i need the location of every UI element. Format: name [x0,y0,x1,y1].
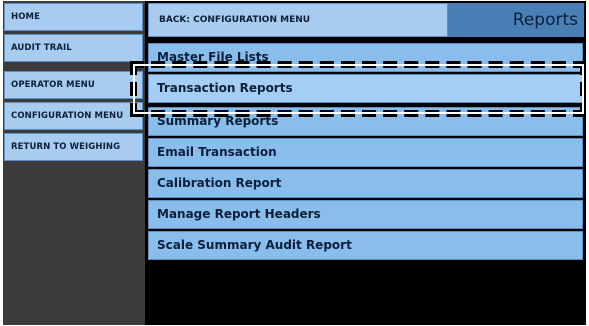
sidebar-item-audit-trail[interactable]: AUDIT TRAIL [4,34,143,62]
sidebar-item-configuration-menu[interactable]: CONFIGURATION MENU [4,102,143,130]
menu-item-master-file-lists[interactable]: Master File Lists [148,43,583,72]
sidebar-item-operator-menu[interactable]: OPERATOR MENU [4,71,143,99]
sidebar-item-return-to-weighing[interactable]: RETURN TO WEIGHING [4,133,143,161]
menu-item-summary-reports[interactable]: Summary Reports [148,107,583,136]
sidebar-item-home[interactable]: HOME [4,3,143,31]
sidebar: HOME AUDIT TRAIL OPERATOR MENU CONFIGURA… [3,1,145,325]
page-title: Reports [448,3,584,37]
back-button[interactable]: BACK: CONFIGURATION MENU [148,3,448,37]
menu-item-transaction-reports[interactable]: Transaction Reports [148,74,583,103]
menu-item-scale-summary-audit-report[interactable]: Scale Summary Audit Report [148,231,583,260]
reports-screen: HOME AUDIT TRAIL OPERATOR MENU CONFIGURA… [3,1,586,325]
menu-item-email-transaction[interactable]: Email Transaction [148,138,583,167]
menu-item-manage-report-headers[interactable]: Manage Report Headers [148,200,583,229]
menu-item-calibration-report[interactable]: Calibration Report [148,169,583,198]
